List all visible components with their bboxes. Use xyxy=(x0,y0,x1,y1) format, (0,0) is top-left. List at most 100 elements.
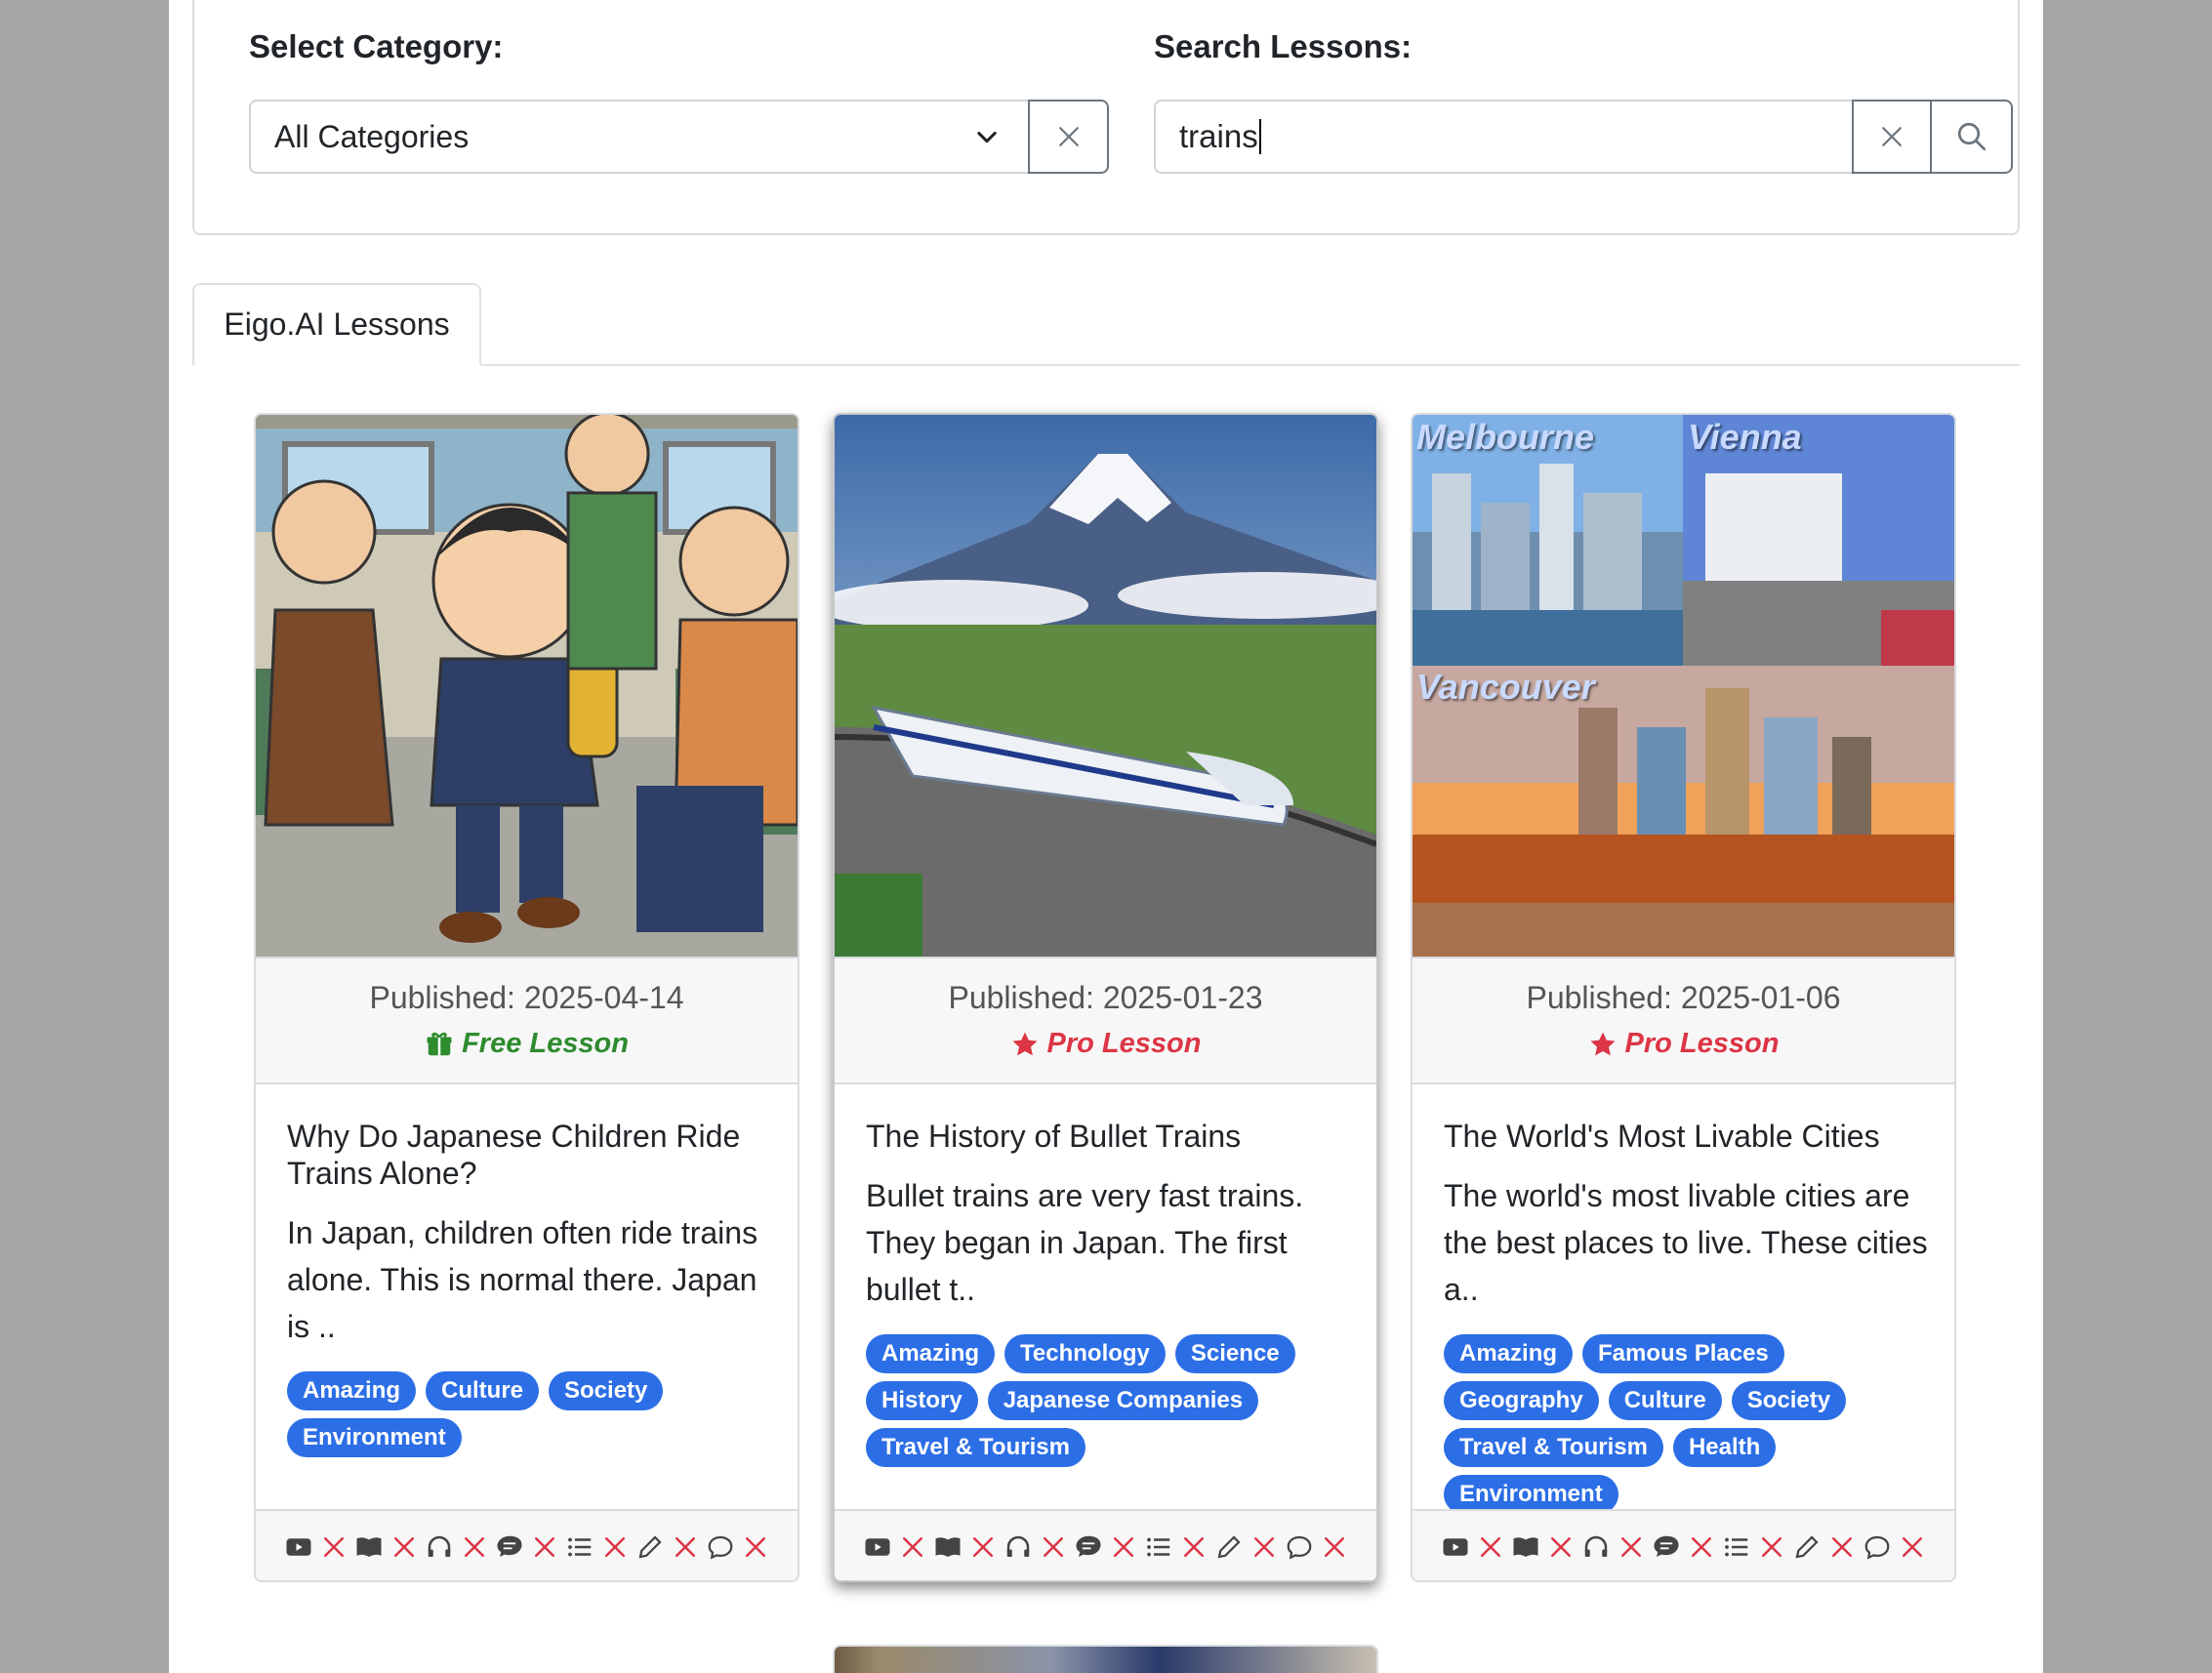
search-input[interactable]: trains xyxy=(1154,100,1852,174)
tag-badge[interactable]: Amazing xyxy=(1444,1334,1574,1373)
tag-list: Amazing Famous Places Geography Culture … xyxy=(1444,1334,1928,1514)
clear-search-button[interactable] xyxy=(1852,100,1932,174)
lesson-description: The world's most livable cities are the … xyxy=(1444,1178,1928,1307)
lesson-status-bar xyxy=(835,1509,1376,1580)
unavailable-x-icon xyxy=(534,1536,554,1557)
tag-badge[interactable]: Travel & Tourism xyxy=(1444,1428,1663,1467)
filter-panel: Select Category: All Categories Search L… xyxy=(192,0,2020,235)
tag-badge[interactable]: Culture xyxy=(1608,1381,1722,1420)
tag-badge[interactable]: Culture xyxy=(426,1371,540,1410)
unavailable-x-icon xyxy=(323,1536,344,1557)
tag-badge[interactable]: Society xyxy=(1731,1381,1847,1420)
unavailable-x-icon xyxy=(675,1536,695,1557)
lesson-body: The History of Bullet Trains Bullet trai… xyxy=(866,1118,1350,1467)
lesson-title[interactable]: Why Do Japanese Children Ride Trains Alo… xyxy=(287,1118,771,1192)
headphones-icon xyxy=(428,1535,450,1557)
image-label: Melbourne xyxy=(1416,417,1595,457)
close-icon xyxy=(1882,127,1902,146)
unavailable-x-icon xyxy=(1043,1536,1063,1557)
tag-badge[interactable]: Environment xyxy=(287,1418,462,1457)
unavailable-x-icon xyxy=(1113,1536,1133,1557)
unavailable-x-icon xyxy=(1480,1536,1500,1557)
published-date: Published: 2025-04-14 xyxy=(369,980,684,1015)
unavailable-x-icon xyxy=(1324,1536,1344,1557)
search-input-value: trains xyxy=(1179,118,1258,154)
page: Select Category: All Categories Search L… xyxy=(169,0,2043,1673)
tag-badge[interactable]: Geography xyxy=(1444,1381,1599,1420)
comment-icon xyxy=(1287,1535,1311,1559)
unavailable-x-icon xyxy=(1761,1536,1782,1557)
lesson-title[interactable]: The History of Bullet Trains xyxy=(866,1118,1350,1155)
comment-icon xyxy=(708,1535,732,1559)
unavailable-x-icon xyxy=(1902,1536,1922,1557)
lesson-meta: Published: 2025-01-23 Pro Lesson xyxy=(835,957,1376,1084)
tab-eigo-ai-lessons[interactable]: Eigo.AI Lessons xyxy=(192,283,481,366)
clear-category-button[interactable] xyxy=(1028,100,1109,174)
chat-bubble-icon xyxy=(497,1535,521,1557)
unavailable-x-icon xyxy=(1691,1536,1711,1557)
tag-badge[interactable]: History xyxy=(866,1381,978,1420)
lesson-type-badge: Free Lesson xyxy=(256,1028,798,1060)
text-caret xyxy=(1258,119,1261,154)
tag-badge[interactable]: Amazing xyxy=(866,1334,996,1373)
unavailable-x-icon xyxy=(972,1536,993,1557)
tag-badge[interactable]: Amazing xyxy=(287,1371,417,1410)
headphones-icon xyxy=(1584,1535,1607,1557)
list-icon xyxy=(567,1537,591,1556)
lesson-image: Melbourne Vienna Vancouver xyxy=(1413,415,1954,957)
lesson-meta: Published: 2025-01-06 Pro Lesson xyxy=(1413,957,1954,1084)
lesson-meta: Published: 2025-04-14 Free Lesson xyxy=(256,957,798,1084)
star-icon xyxy=(1590,1032,1616,1055)
published-date: Published: 2025-01-23 xyxy=(948,980,1263,1015)
search-button[interactable] xyxy=(1932,100,2013,174)
lesson-card[interactable]: Melbourne Vienna Vancouver Published: 20… xyxy=(1411,413,1956,1582)
lesson-description: In Japan, children often ride trains alo… xyxy=(287,1215,758,1344)
comment-icon xyxy=(1864,1535,1889,1559)
lesson-type-label: Free Lesson xyxy=(462,1028,629,1059)
tag-badge[interactable]: Society xyxy=(549,1371,664,1410)
tag-badge[interactable]: Science xyxy=(1174,1334,1295,1373)
chat-bubble-icon xyxy=(1076,1535,1100,1557)
unavailable-x-icon xyxy=(604,1536,625,1557)
tag-badge[interactable]: Environment xyxy=(1444,1475,1618,1514)
book-icon xyxy=(1513,1536,1537,1557)
lesson-body: The World's Most Livable Cities The worl… xyxy=(1444,1118,1928,1514)
video-icon xyxy=(1443,1537,1467,1556)
star-icon xyxy=(1012,1032,1038,1055)
image-label: Vienna xyxy=(1688,417,1802,457)
tag-badge[interactable]: Health xyxy=(1672,1428,1777,1467)
published-date: Published: 2025-01-06 xyxy=(1526,980,1841,1015)
image-label: Vancouver xyxy=(1416,667,1595,707)
tag-badge[interactable]: Travel & Tourism xyxy=(866,1428,1086,1467)
gift-icon xyxy=(427,1032,452,1055)
lesson-card[interactable]: Published: 2025-04-14 Free Lesson Why Do… xyxy=(254,413,799,1582)
chevron-down-icon xyxy=(977,131,997,143)
lesson-type-label: Pro Lesson xyxy=(1624,1028,1780,1059)
category-label: Select Category: xyxy=(249,28,504,64)
tag-list: Amazing Technology Science History Japan… xyxy=(866,1334,1350,1467)
lesson-card[interactable]: Published: 2025-01-23 Pro Lesson The His… xyxy=(833,413,1378,1582)
tag-list: Amazing Culture Society Environment xyxy=(287,1371,771,1457)
tag-badge[interactable]: Famous Places xyxy=(1582,1334,1784,1373)
lesson-body: Why Do Japanese Children Ride Trains Alo… xyxy=(287,1118,771,1457)
lesson-status-bar xyxy=(1413,1509,1954,1580)
unavailable-x-icon xyxy=(902,1536,922,1557)
category-select[interactable]: All Categories xyxy=(249,100,1028,174)
tag-badge[interactable]: Technology xyxy=(1004,1334,1166,1373)
book-icon xyxy=(356,1536,381,1557)
pencil-icon xyxy=(1795,1534,1819,1558)
unavailable-x-icon xyxy=(1253,1536,1274,1557)
lesson-card[interactable] xyxy=(833,1645,1378,1673)
headphones-icon xyxy=(1006,1535,1029,1557)
lesson-image xyxy=(256,415,798,957)
unavailable-x-icon xyxy=(745,1536,765,1557)
list-icon xyxy=(1146,1537,1169,1556)
pencil-icon xyxy=(1217,1534,1241,1558)
unavailable-x-icon xyxy=(464,1536,484,1557)
tag-badge[interactable]: Japanese Companies xyxy=(987,1381,1259,1420)
lesson-type-badge: Pro Lesson xyxy=(835,1028,1376,1060)
search-icon xyxy=(1957,122,1986,151)
unavailable-x-icon xyxy=(393,1536,414,1557)
lesson-description: Bullet trains are very fast trains. They… xyxy=(866,1178,1304,1307)
lesson-title[interactable]: The World's Most Livable Cities xyxy=(1444,1118,1928,1155)
